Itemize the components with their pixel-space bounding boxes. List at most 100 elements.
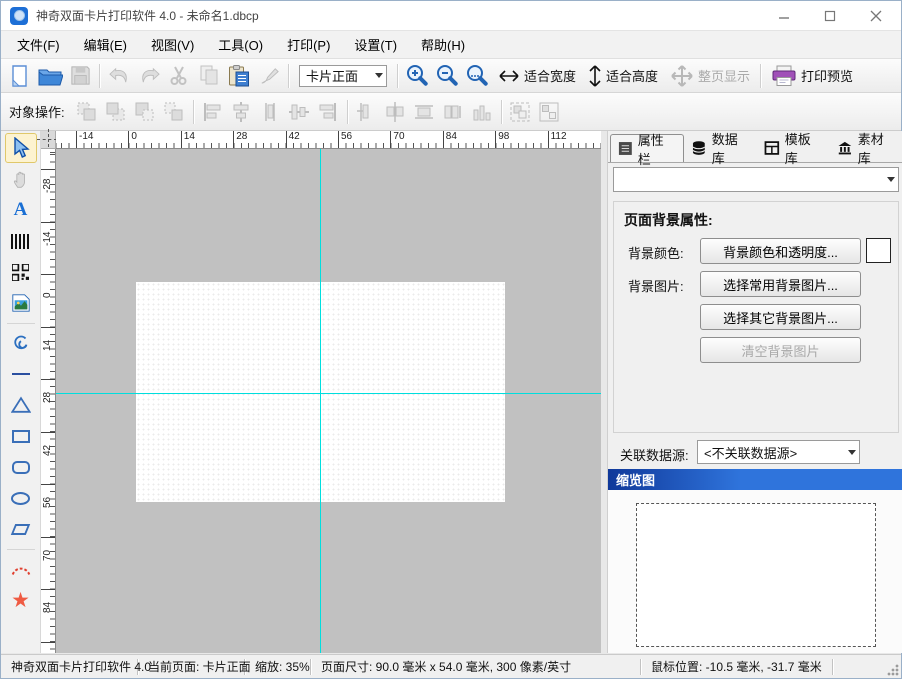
template-tab-icon xyxy=(764,140,780,156)
ellipse-tool[interactable] xyxy=(5,483,37,513)
paste-button[interactable] xyxy=(224,61,254,91)
minimize-icon xyxy=(778,10,790,22)
globe-icon xyxy=(14,10,25,21)
ruler-major-tick xyxy=(41,432,55,433)
align-top-button xyxy=(256,97,285,126)
triangle-tool[interactable] xyxy=(5,390,37,420)
bg-color-button[interactable]: 背景颜色和透明度... xyxy=(700,238,861,264)
group-button xyxy=(506,97,535,126)
seal-tool[interactable] xyxy=(5,554,37,584)
zoom-in-button[interactable] xyxy=(402,61,432,91)
design-canvas[interactable] xyxy=(56,149,601,653)
object-select-combobox[interactable] xyxy=(613,167,899,192)
redo-button xyxy=(134,61,164,91)
align-middle-button xyxy=(285,97,314,126)
ruler-tick-label: 70 xyxy=(391,131,404,142)
menu-file[interactable]: 文件(F) xyxy=(5,31,72,58)
toolbar-separator xyxy=(193,100,194,124)
menu-edit[interactable]: 编辑(E) xyxy=(72,31,139,58)
ruler-major-tick xyxy=(41,222,55,223)
rectangle-icon xyxy=(12,430,30,443)
resize-grip[interactable] xyxy=(887,664,899,676)
fit-height-button[interactable]: 适合高度 xyxy=(582,61,664,91)
whole-page-label: 整页显示 xyxy=(698,66,750,85)
vertical-ruler: -28-14014284256708498 xyxy=(41,149,56,653)
toolbar-separator xyxy=(760,64,761,88)
object-toolbar-label: 对象操作: xyxy=(9,102,65,121)
toolbar-separator xyxy=(397,64,398,88)
status-bar: 神奇双面卡片打印软件 4.0 当前页面: 卡片正面 缩放: 35% 页面尺寸: … xyxy=(1,654,901,678)
ruler-minor-ticks xyxy=(56,143,601,148)
format-brush-icon xyxy=(258,64,281,87)
page-side-select[interactable]: 卡片正面 xyxy=(299,65,387,87)
menu-tools[interactable]: 工具(O) xyxy=(206,31,275,58)
tab-materials[interactable]: 素材库 xyxy=(830,134,902,162)
close-button[interactable] xyxy=(853,1,899,31)
align-right-button xyxy=(314,97,343,126)
rectangle-tool[interactable] xyxy=(5,421,37,451)
chevron-down-icon xyxy=(845,441,859,463)
image-tool[interactable] xyxy=(5,288,37,318)
status-zoom-level: 缩放: 35% xyxy=(245,659,311,675)
horizontal-guide-line[interactable] xyxy=(56,393,601,394)
cut-button xyxy=(164,61,194,91)
menu-print[interactable]: 打印(P) xyxy=(275,31,342,58)
menu-help[interactable]: 帮助(H) xyxy=(409,31,477,58)
ruler-tick-label: 56 xyxy=(339,131,352,142)
menu-view[interactable]: 视图(V) xyxy=(139,31,206,58)
tab-properties-label: 属性栏 xyxy=(638,130,676,168)
format-brush-button xyxy=(254,61,284,91)
fit-width-button[interactable]: 适合宽度 xyxy=(492,61,582,91)
horizontal-ruler: -14014284256708498112 xyxy=(56,131,601,149)
ruler-tick-label: 84 xyxy=(42,602,53,613)
tab-materials-label: 素材库 xyxy=(858,129,896,167)
maximize-icon xyxy=(824,10,836,22)
star-tool[interactable]: ★ xyxy=(5,585,37,615)
bg-color-swatch[interactable] xyxy=(866,238,891,263)
text-tool-icon: A xyxy=(14,199,28,221)
parallelogram-tool[interactable] xyxy=(5,514,37,544)
image-icon xyxy=(11,293,31,313)
minimize-button[interactable] xyxy=(761,1,807,31)
ruler-tick-label: -14 xyxy=(42,231,53,245)
close-icon xyxy=(870,10,882,22)
window-controls xyxy=(761,1,899,31)
same-size-button xyxy=(439,97,468,126)
ruler-tick-label: -28 xyxy=(42,179,53,193)
line-icon xyxy=(12,373,30,375)
tab-properties[interactable]: 属性栏 xyxy=(610,134,684,162)
vertical-guide-line[interactable] xyxy=(320,149,321,653)
ruler-origin-box xyxy=(41,131,56,149)
datasource-select[interactable]: <不关联数据源> xyxy=(697,440,860,464)
qrcode-tool[interactable] xyxy=(5,257,37,287)
ruler-tick-label: 56 xyxy=(42,497,53,508)
new-document-button[interactable] xyxy=(5,61,35,91)
database-tab-icon xyxy=(691,140,707,156)
zoom-out-icon xyxy=(434,63,460,89)
curve-tool[interactable] xyxy=(5,328,37,358)
rounded-rectangle-icon xyxy=(12,461,30,474)
maximize-button[interactable] xyxy=(807,1,853,31)
tab-templates[interactable]: 模板库 xyxy=(757,134,830,162)
rounded-rectangle-tool[interactable] xyxy=(5,452,37,482)
text-tool[interactable]: A xyxy=(5,195,37,225)
ruler-major-tick xyxy=(41,484,55,485)
curve-icon xyxy=(12,334,30,352)
open-file-button[interactable] xyxy=(35,61,65,91)
zoom-out-button[interactable] xyxy=(432,61,462,91)
title-bar: 神奇双面卡片打印软件 4.0 - 未命名1.dbcp xyxy=(1,1,901,31)
seal-arc-icon xyxy=(10,562,32,576)
select-other-bg-button[interactable]: 选择其它背景图片... xyxy=(700,304,861,330)
ruler-tick-label: 14 xyxy=(182,131,195,142)
status-mouse-position: 鼠标位置: -10.5 毫米, -31.7 毫米 xyxy=(641,659,833,675)
print-preview-button[interactable]: 打印预览 xyxy=(765,61,859,91)
toolbar-separator xyxy=(99,64,100,88)
zoom-ratio-button[interactable] xyxy=(462,61,492,91)
barcode-tool[interactable] xyxy=(5,226,37,256)
line-tool[interactable] xyxy=(5,359,37,389)
tab-database[interactable]: 数据库 xyxy=(684,134,757,162)
select-tool[interactable] xyxy=(5,133,37,163)
page-background-group: 页面背景属性: 背景颜色: 背景颜色和透明度... 背景图片: 选择常用背景图片… xyxy=(613,201,899,433)
select-common-bg-button[interactable]: 选择常用背景图片... xyxy=(700,271,861,297)
menu-settings[interactable]: 设置(T) xyxy=(342,31,409,58)
